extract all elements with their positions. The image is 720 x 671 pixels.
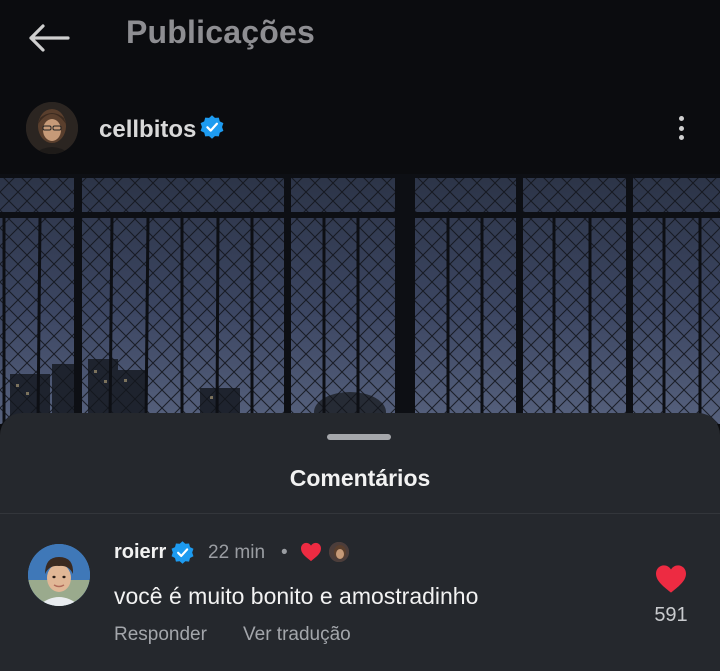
top-bar: Publicações — [0, 0, 720, 72]
commenter-avatar[interactable] — [28, 544, 90, 606]
author-liked-avatar — [328, 541, 350, 563]
post-header: cellbitos — [0, 96, 720, 162]
meta-separator: • — [281, 542, 288, 563]
verified-badge-icon — [171, 541, 194, 564]
heart-filled-icon — [656, 565, 686, 593]
post-username[interactable]: cellbitos — [99, 116, 196, 144]
more-vertical-icon — [678, 116, 684, 121]
page-title: Publicações — [126, 14, 315, 50]
reply-button[interactable]: Responder — [114, 624, 207, 646]
comment-like-button[interactable] — [654, 564, 688, 594]
comments-sheet-title: Comentários — [289, 465, 431, 491]
comment-timestamp: 22 min — [208, 542, 266, 563]
verified-badge-icon — [200, 115, 224, 139]
sheet-drag-handle[interactable] — [327, 434, 391, 440]
more-options-button[interactable] — [664, 110, 698, 146]
comments-sheet: Comentários roierr 22 min • você é muito… — [0, 413, 720, 671]
comment-text: você é muito bonito e amostradinho — [114, 583, 479, 609]
back-button[interactable] — [24, 18, 72, 58]
post-author-avatar[interactable] — [26, 102, 78, 154]
post-photo[interactable] — [0, 174, 720, 424]
author-liked-heart-icon — [301, 542, 321, 562]
app-screen: Publicações cellbitos Comentários roierr… — [0, 0, 720, 671]
see-translation-button[interactable]: Ver tradução — [243, 624, 351, 646]
commenter-username[interactable]: roierr — [114, 541, 166, 564]
arrow-left-icon — [29, 24, 70, 52]
comment-item: roierr 22 min • você é muito bonito e am… — [0, 514, 720, 671]
comment-like-count: 591 — [654, 604, 688, 626]
